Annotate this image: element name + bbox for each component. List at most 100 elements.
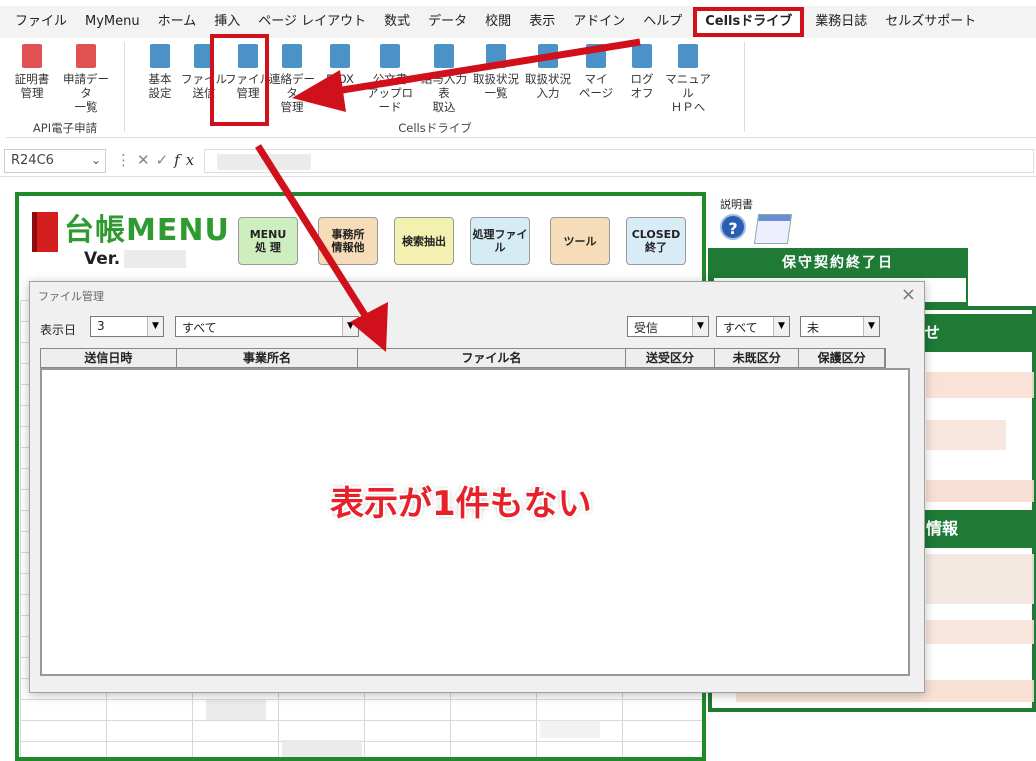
file-list-header: 送信日時 事業所名 ファイル名 送受区分 未既区分 保護区分 (40, 348, 886, 368)
column-send-receive[interactable]: 送受区分 (626, 349, 716, 367)
status-input-icon (535, 42, 561, 70)
upload-icon (377, 42, 403, 70)
help-icon[interactable]: ? (720, 214, 746, 240)
close-icon[interactable]: × (901, 284, 916, 305)
closed-button[interactable]: CLOSED 終了 (626, 217, 686, 265)
ribbon-button[interactable]: 公文書 アップロード (364, 38, 416, 114)
ribbon-button-label: 申請データ (63, 72, 109, 100)
menu-bar: ファイル MyMenu ホーム 挿入 ページ レイアウト 数式 データ 校閲 表示 アドイン ヘルプ… (0, 6, 1036, 38)
ribbon-button-label: 連絡データ (269, 72, 315, 100)
certificate-icon (19, 42, 45, 70)
book-icon (32, 211, 58, 252)
column-read-status[interactable]: 未既区分 (715, 349, 800, 367)
menu-item[interactable]: MyMenu (76, 6, 149, 38)
ribbon-button-label: 一覧 (484, 86, 508, 100)
office-info-button[interactable]: 事務所 情報他 (318, 217, 378, 265)
chevron-down-icon[interactable]: ⌄ (91, 153, 101, 167)
group-separator (744, 42, 745, 132)
ribbon-button[interactable]: 取扱状況 入力 (522, 38, 574, 100)
ribbon-button[interactable]: 取扱状況 一覧 (470, 38, 522, 100)
ribbon-button-label: 管理 (20, 86, 44, 100)
application-list-icon (73, 42, 99, 70)
version-label: Ver. (84, 249, 187, 269)
ribbon-button-label: ページ (578, 86, 614, 100)
ribbon-button[interactable]: ログ オフ (616, 38, 668, 100)
menu-item[interactable]: データ (419, 6, 476, 38)
processed-file-button[interactable]: 処理ファイル (470, 217, 530, 265)
import-icon (431, 42, 457, 70)
column-office-name[interactable]: 事業所名 (177, 349, 359, 367)
ribbon-button-label: マイ (584, 72, 608, 86)
tool-button[interactable]: ツール (550, 217, 610, 265)
formula-bar: R24C6 ⌄ ⋮✕✓fx (0, 145, 1036, 177)
manual-label: 説明書 (720, 198, 753, 211)
ribbon-button[interactable]: 給与入力表 取込 (418, 38, 470, 114)
enter-icon[interactable]: ✓ (156, 151, 175, 169)
redacted-area (926, 554, 1034, 604)
formula-input[interactable] (204, 149, 1034, 173)
saved-filter-value: 未 (807, 321, 820, 335)
group-separator (124, 42, 125, 132)
column-sent-datetime[interactable]: 送信日時 (41, 349, 177, 367)
ribbon-button[interactable]: 連絡データ 管理 (266, 38, 318, 114)
menu-item[interactable]: ホーム (149, 6, 206, 38)
chevron-down-icon[interactable]: ▼ (342, 317, 358, 336)
status-list-icon (483, 42, 509, 70)
cancel-icon[interactable]: ✕ (137, 151, 156, 169)
menu-button-label: 処理ファイル (472, 228, 528, 254)
name-box-value: R24C6 (11, 153, 54, 168)
chevron-down-icon[interactable]: ▼ (773, 317, 789, 336)
column-file-name[interactable]: ファイル名 (358, 349, 626, 367)
search-extract-button[interactable]: 検索抽出 (394, 217, 454, 265)
menu-item[interactable]: 数式 (375, 6, 419, 38)
ledger-logo: 台帳MENU (32, 205, 230, 252)
key-icon (629, 42, 655, 70)
ribbon-button-label: アップロード (367, 86, 413, 114)
menu-item[interactable]: セルズサポート (876, 6, 985, 38)
menu-item[interactable]: アドイン (564, 6, 634, 38)
office-filter-select[interactable]: すべて ▼ (175, 316, 359, 337)
name-box[interactable]: R24C6 ⌄ (4, 149, 106, 173)
home-icon (583, 42, 609, 70)
fx-icon[interactable]: fx (174, 151, 200, 169)
chevron-down-icon[interactable]: ▼ (863, 317, 879, 336)
ribbon-button-label: 公文書 (372, 72, 408, 86)
calendar-icon[interactable] (753, 214, 793, 244)
ribbon-button[interactable]: B OX (314, 38, 366, 86)
menu-item[interactable]: 業務日誌 (806, 6, 876, 38)
logo-text: 台帳MENU (64, 213, 230, 248)
direction-filter-select[interactable]: 受信 ▼ (627, 316, 709, 337)
menu-item[interactable]: Cellsドライブ (693, 7, 805, 37)
menu-button-label: ツール (563, 234, 597, 248)
ribbon-button[interactable]: マニュアル ＨＰへ (662, 38, 714, 114)
column-protection[interactable]: 保護区分 (799, 349, 885, 367)
menu-item[interactable]: ファイル (6, 6, 76, 38)
saved-filter-select[interactable]: 未 ▼ (800, 316, 880, 337)
ribbon-button[interactable]: 申請データ 一覧 (60, 38, 112, 114)
ribbon-button-label: 入力 (536, 86, 560, 100)
status-filter-select[interactable]: すべて ▼ (716, 316, 790, 337)
chevron-down-icon[interactable]: ▼ (147, 317, 163, 336)
ribbon-button[interactable]: 証明書 管理 (6, 38, 58, 100)
menu-process-button[interactable]: MENU 処 理 (238, 217, 298, 265)
ledger-menu-header: 台帳MENU Ver. MENU 処 理 事務所 情報他 検索抽出 処理ファイル ツール… (22, 197, 702, 281)
menu-item[interactable]: 校閲 (476, 6, 520, 38)
empty-message-annotation: 表示が1件もない (330, 484, 592, 524)
ribbon-button-label: マニュアル (665, 72, 711, 100)
display-days-select[interactable]: 3 ▼ (90, 316, 164, 337)
redacted-area (124, 250, 187, 268)
ribbon-button-label: オフ (630, 86, 654, 100)
menu-button-label: CLOSED 終了 (631, 228, 681, 254)
gear-icon (147, 42, 173, 70)
ribbon-button-label: 取扱状況 (525, 72, 571, 86)
ribbon-button[interactable]: マイ ページ (570, 38, 622, 100)
menu-item[interactable]: 表示 (520, 6, 564, 38)
ribbon-button-label: 管理 (280, 100, 304, 114)
redacted-area (217, 154, 311, 170)
help-icon (675, 42, 701, 70)
manual-area[interactable]: 説明書 ? (720, 196, 793, 244)
office-filter-value: すべて (182, 321, 217, 335)
menu-item[interactable]: ヘルプ (634, 6, 691, 38)
formula-icons: ⋮✕✓fx (116, 151, 200, 169)
chevron-down-icon[interactable]: ▼ (692, 317, 708, 336)
